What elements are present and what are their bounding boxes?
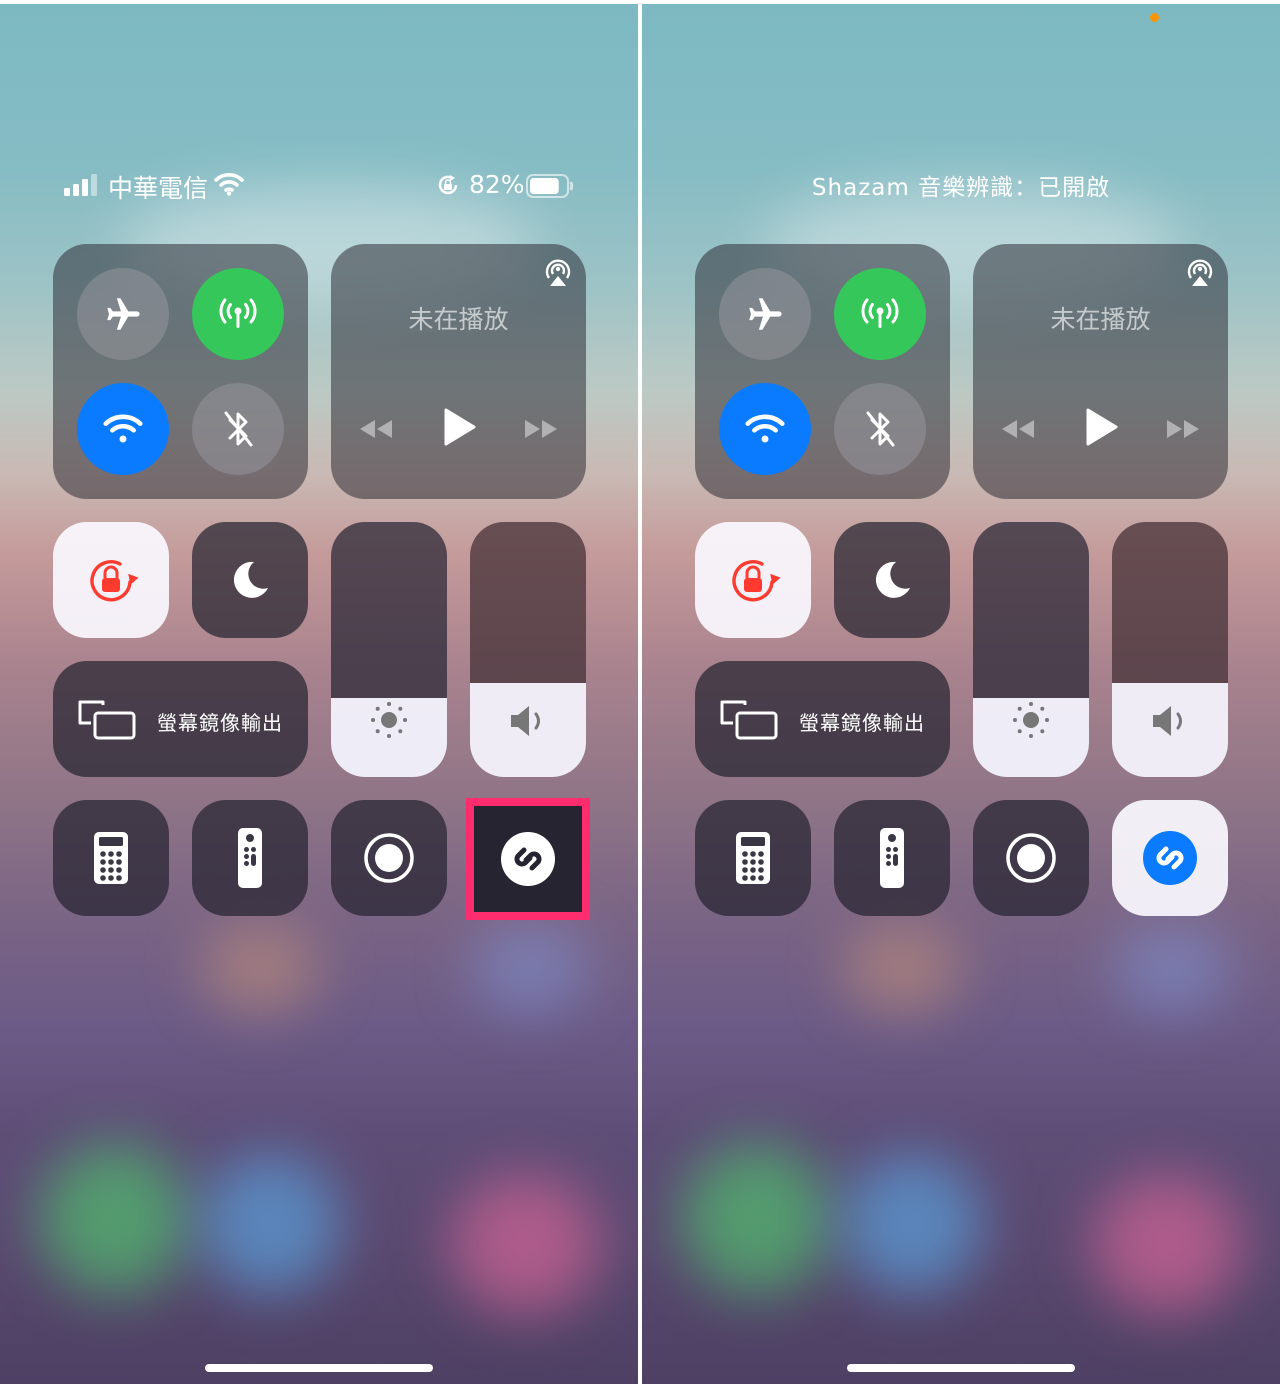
airplane-icon xyxy=(107,298,140,330)
speaker-icon xyxy=(511,706,540,736)
airplane-mode-toggle[interactable] xyxy=(77,268,169,360)
screen-mirroring-button[interactable]: 螢幕鏡像輸出 xyxy=(53,661,308,777)
wallpaper-blur xyxy=(200,924,320,1014)
rewind-icon[interactable] xyxy=(1000,418,1036,440)
screen-mirroring-label: 螢幕鏡像輸出 xyxy=(157,711,283,735)
shazam-button[interactable] xyxy=(466,798,590,920)
calculator-button[interactable] xyxy=(53,800,169,916)
record-icon xyxy=(364,833,414,883)
wifi-status-icon xyxy=(214,173,244,196)
sun-icon xyxy=(371,702,407,738)
wallpaper-blur xyxy=(1092,1174,1242,1314)
bluetooth-toggle[interactable] xyxy=(192,383,284,475)
wallpaper-blur xyxy=(842,1154,982,1294)
rotation-lock-status-icon xyxy=(438,175,458,195)
wallpaper-blur xyxy=(200,1154,340,1294)
screen-mirroring-label: 螢幕鏡像輸出 xyxy=(799,711,925,735)
remote-icon xyxy=(238,828,262,888)
record-icon xyxy=(1006,833,1056,883)
shazam-button[interactable] xyxy=(1112,800,1228,916)
calculator-button[interactable] xyxy=(695,800,811,916)
screen-mirroring-icon xyxy=(720,700,778,740)
bluetooth-icon xyxy=(866,411,895,447)
do-not-disturb-toggle[interactable] xyxy=(192,522,308,638)
shazam-status-banner: Shazam 音樂辨識：已開啟 xyxy=(811,175,1111,201)
rotation-lock-icon xyxy=(90,560,139,602)
volume-slider[interactable] xyxy=(470,522,586,777)
wallpaper-blur xyxy=(40,1144,190,1294)
wifi-icon xyxy=(745,414,785,443)
cellular-data-toggle[interactable] xyxy=(192,268,284,360)
connectivity-module xyxy=(53,244,308,499)
right-screen: Shazam 音樂辨識：已開啟 未在播放 螢幕鏡像輸出 xyxy=(642,4,1280,1384)
rewind-icon[interactable] xyxy=(358,418,394,440)
calculator-icon xyxy=(736,832,770,884)
carrier-label: 中華電信 xyxy=(108,174,209,203)
cellular-icon xyxy=(219,298,257,328)
cellular-icon xyxy=(861,298,899,328)
wallpaper-blur xyxy=(470,924,590,1014)
signal-strength-icon xyxy=(64,174,97,196)
airplay-icon[interactable] xyxy=(1184,256,1216,288)
wallpaper-blur xyxy=(682,1144,832,1294)
left-screen: 中華電信 82% 未在播放 螢幕鏡像輸出 xyxy=(0,4,638,1384)
rotation-lock-icon xyxy=(732,560,781,602)
now-playing-module[interactable]: 未在播放 xyxy=(973,244,1228,499)
recording-indicator-dot xyxy=(1150,13,1159,22)
speaker-icon xyxy=(1153,706,1182,736)
home-indicator[interactable] xyxy=(847,1364,1075,1372)
battery-icon xyxy=(526,174,574,198)
bluetooth-icon xyxy=(224,411,253,447)
screen-mirroring-icon xyxy=(78,700,136,740)
airplay-icon[interactable] xyxy=(542,256,574,288)
screen-recording-button[interactable] xyxy=(973,800,1089,916)
play-icon[interactable] xyxy=(1084,408,1118,446)
fast-forward-icon[interactable] xyxy=(523,418,559,440)
moon-icon xyxy=(233,561,268,598)
sun-icon xyxy=(1013,702,1049,738)
wallpaper-blur xyxy=(450,1174,600,1314)
now-playing-title: 未在播放 xyxy=(1050,305,1151,334)
rotation-lock-toggle[interactable] xyxy=(53,522,169,638)
apple-tv-remote-button[interactable] xyxy=(834,800,950,916)
wifi-toggle[interactable] xyxy=(719,383,811,475)
screen-mirroring-button[interactable]: 螢幕鏡像輸出 xyxy=(695,661,950,777)
remote-icon xyxy=(880,828,904,888)
wallpaper-blur xyxy=(1112,924,1232,1014)
apple-tv-remote-button[interactable] xyxy=(192,800,308,916)
wifi-toggle[interactable] xyxy=(77,383,169,475)
moon-icon xyxy=(875,561,910,598)
shazam-icon xyxy=(1143,831,1197,885)
airplane-mode-toggle[interactable] xyxy=(719,268,811,360)
now-playing-module[interactable]: 未在播放 xyxy=(331,244,586,499)
wallpaper-blur xyxy=(842,924,962,1014)
do-not-disturb-toggle[interactable] xyxy=(834,522,950,638)
rotation-lock-toggle[interactable] xyxy=(695,522,811,638)
calculator-icon xyxy=(94,832,128,884)
play-icon[interactable] xyxy=(442,408,476,446)
brightness-slider[interactable] xyxy=(973,522,1089,777)
shazam-icon xyxy=(501,832,555,886)
airplane-icon xyxy=(749,298,782,330)
volume-slider[interactable] xyxy=(1112,522,1228,777)
connectivity-module xyxy=(695,244,950,499)
brightness-slider[interactable] xyxy=(331,522,447,777)
cellular-data-toggle[interactable] xyxy=(834,268,926,360)
home-indicator[interactable] xyxy=(205,1364,433,1372)
wifi-icon xyxy=(103,414,143,443)
fast-forward-icon[interactable] xyxy=(1165,418,1201,440)
battery-percent: 82% xyxy=(469,170,525,199)
bluetooth-toggle[interactable] xyxy=(834,383,926,475)
screen-recording-button[interactable] xyxy=(331,800,447,916)
now-playing-title: 未在播放 xyxy=(408,305,509,334)
